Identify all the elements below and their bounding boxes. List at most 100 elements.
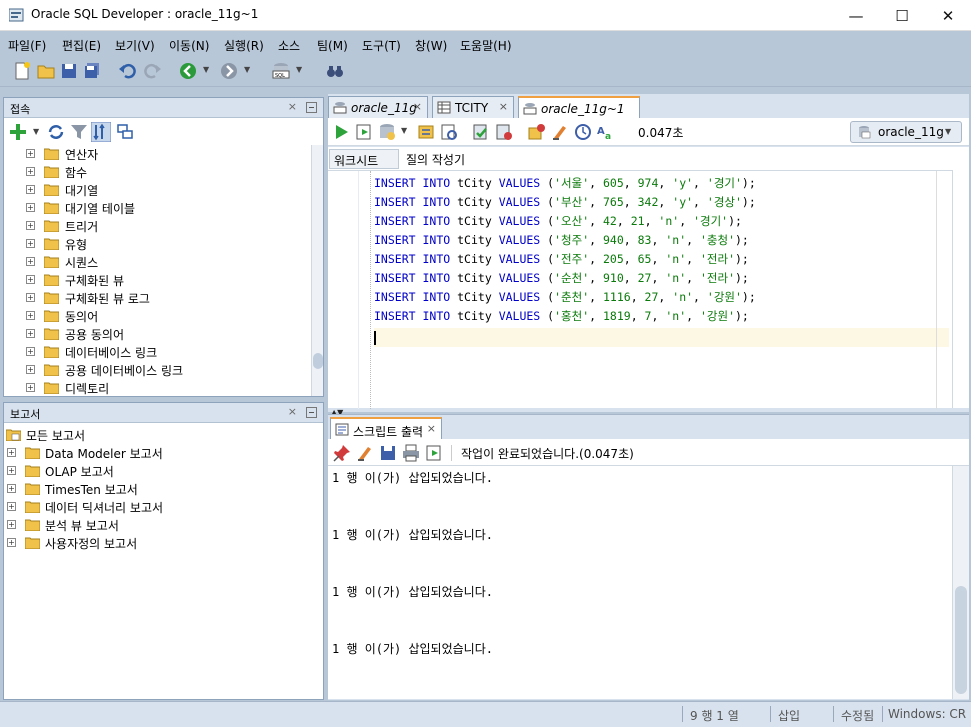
tree-item-database-links[interactable]: + 데이터베이스 링크 [26,343,311,361]
menu-team[interactable]: 팀(M) [317,37,348,54]
tree-item-triggers[interactable]: + 트리거 [26,217,311,235]
tree-item-functions[interactable]: + 함수 [26,163,311,181]
expand-icon[interactable]: + [26,275,35,284]
maximize-button[interactable]: ☐ [879,0,925,31]
eraser-icon[interactable] [355,443,375,463]
connections-scrollbar[interactable] [311,145,323,396]
expand-icon[interactable]: + [7,448,16,457]
redo-icon[interactable] [142,61,162,81]
close-tab-icon[interactable]: × [413,100,422,113]
print-icon[interactable] [401,443,421,463]
expand-icon[interactable]: + [26,221,35,230]
expand-icon[interactable]: + [7,466,16,475]
explain-plan-icon[interactable] [416,122,436,142]
expand-icon[interactable]: + [7,520,16,529]
expand-icon[interactable]: + [26,347,35,356]
add-connection-icon[interactable] [8,122,28,142]
tree-item-analytic-view-reports[interactable]: + 분석 뷰 보고서 [7,516,307,534]
back-icon[interactable] [178,61,198,81]
collapse-all-icon[interactable] [115,122,135,142]
tree-item-synonyms[interactable]: + 동의어 [26,307,311,325]
tree-item-data-dictionary-reports[interactable]: + 데이터 딕셔너리 보고서 [7,498,307,516]
menu-view[interactable]: 보기(V) [115,37,155,54]
filter-icon[interactable] [69,122,89,142]
tree-item-directories[interactable]: + 디렉토리 [26,379,311,396]
expand-icon[interactable]: + [26,329,35,338]
tree-item-public-synonyms[interactable]: + 공용 동의어 [26,325,311,343]
sql-worksheet-dropdown-icon[interactable]: ▼ [296,65,302,74]
schema-browser-icon[interactable] [91,122,111,142]
sql-worksheet-icon[interactable]: SQL [271,61,291,81]
forward-dropdown-icon[interactable]: ▼ [244,65,250,74]
close-icon[interactable]: × [288,405,297,418]
tree-item-timesten-reports[interactable]: + TimesTen 보고서 [7,480,307,498]
tree-item-public-database-links[interactable]: + 공용 데이터베이스 링크 [26,361,311,379]
commit-dropdown-icon[interactable]: ▼ [401,126,407,135]
menu-edit[interactable]: 편집(E) [62,37,101,54]
minimize-panel-icon[interactable] [306,102,317,113]
back-dropdown-icon[interactable]: ▼ [203,65,209,74]
commit-icon[interactable] [377,122,397,142]
minimize-panel-icon[interactable] [306,407,317,418]
menu-source[interactable]: 소스 [278,37,300,54]
expand-icon[interactable]: + [26,311,35,320]
tree-item-queues[interactable]: + 대기열 [26,181,311,199]
minimize-button[interactable]: — [833,0,879,31]
menu-window[interactable]: 창(W) [415,37,447,54]
refresh-icon[interactable] [46,122,66,142]
tree-item-materialized-views[interactable]: + 구체화된 뷰 [26,271,311,289]
add-dropdown-icon[interactable]: ▼ [33,127,39,136]
run-script-icon[interactable] [354,122,374,142]
expand-icon[interactable]: + [26,185,35,194]
rollback-icon[interactable] [494,122,514,142]
tree-item-olap-reports[interactable]: + OLAP 보고서 [7,462,307,480]
format-icon[interactable]: Aa [596,122,616,142]
forward-icon[interactable] [219,61,239,81]
tree-item-sequences[interactable]: + 시퀀스 [26,253,311,271]
pin-icon[interactable] [332,443,352,463]
expand-icon[interactable]: + [26,203,35,212]
menu-file[interactable]: 파일(F) [8,37,46,54]
expand-icon[interactable]: + [26,167,35,176]
expand-icon[interactable]: + [26,257,35,266]
subtab-worksheet[interactable]: 워크시트 [329,149,399,169]
autotrace-icon[interactable] [439,122,459,142]
sql-tuning-icon[interactable] [527,122,547,142]
expand-icon[interactable]: + [26,293,35,302]
expand-icon[interactable]: + [26,365,35,374]
expand-icon[interactable]: + [26,149,35,158]
tab-tcity[interactable]: TCITY × [432,96,514,118]
tab-oracle-11g[interactable]: oracle_11g × [328,96,428,118]
tree-item-queue-tables[interactable]: + 대기열 테이블 [26,199,311,217]
close-icon[interactable]: × [288,100,297,113]
output-text[interactable]: 1 행 이(가) 삽입되었습니다. 1 행 이(가) 삽입되었습니다. 1 행 … [328,466,952,699]
clear-icon[interactable] [550,122,570,142]
run-script-icon[interactable] [424,443,444,463]
output-scrollbar[interactable] [952,466,969,699]
expand-icon[interactable]: + [7,538,16,547]
tree-item-types[interactable]: + 유형 [26,235,311,253]
tree-item-operators[interactable]: + 연산자 [26,145,311,163]
expand-icon[interactable]: + [26,239,35,248]
undo-icon[interactable] [118,61,138,81]
tree-item-data-modeler-reports[interactable]: + Data Modeler 보고서 [7,444,307,462]
tab-script-output[interactable]: 스크립트 출력 × [330,417,442,439]
expand-icon[interactable]: + [7,502,16,511]
menu-navigate[interactable]: 이동(N) [169,37,209,54]
save-icon[interactable] [378,443,398,463]
close-button[interactable]: ✕ [925,0,971,31]
close-tab-icon[interactable]: × [499,100,508,113]
connection-select[interactable]: oracle_11g ▼ [850,121,962,143]
menu-tools[interactable]: 도구(T) [362,37,401,54]
sql-editor[interactable]: INSERT INTO tCity VALUES ('서울', 605, 974… [328,170,952,409]
open-folder-icon[interactable] [36,61,56,81]
run-statement-icon[interactable] [331,122,351,142]
subtab-query-builder[interactable]: 질의 작성기 [401,149,481,169]
menu-run[interactable]: 실행(R) [224,37,264,54]
binoculars-icon[interactable] [325,61,345,81]
save-all-icon[interactable] [82,61,102,81]
commit-transaction-icon[interactable] [471,122,491,142]
tree-item-user-defined-reports[interactable]: + 사용자정의 보고서 [7,534,307,552]
tree-item-all-reports[interactable]: 모든 보고서 [6,426,306,444]
menu-help[interactable]: 도움말(H) [460,37,512,54]
